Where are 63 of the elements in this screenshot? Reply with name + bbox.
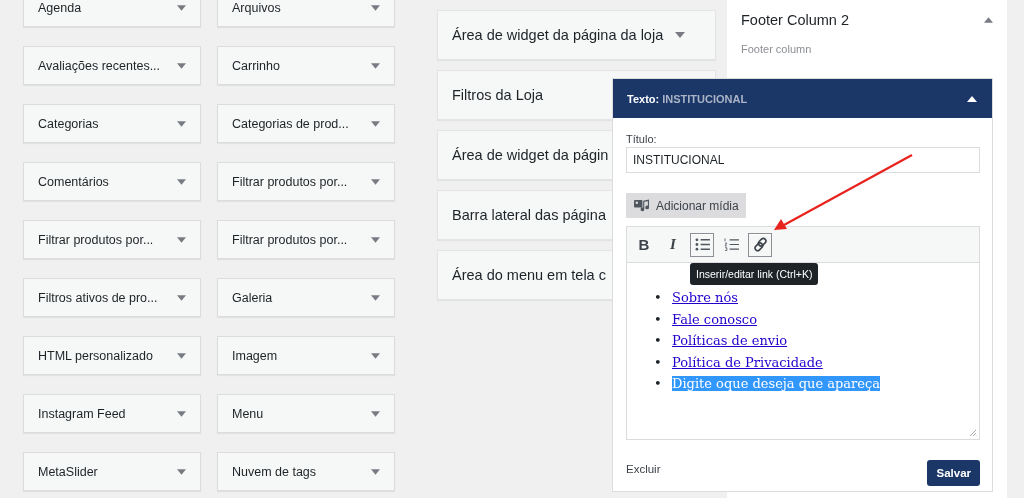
caret-icon: [371, 468, 380, 475]
list-link[interactable]: Política de Privacidade: [672, 354, 823, 370]
widget-item[interactable]: Imagem: [217, 336, 395, 375]
bullet-list-button[interactable]: [690, 232, 714, 257]
caret-icon: [177, 62, 186, 69]
widget-item[interactable]: Instagram Feed: [23, 394, 201, 433]
caret-icon: [177, 468, 186, 475]
caret-icon: [371, 62, 380, 69]
link-icon: [752, 237, 768, 252]
caret-icon: [371, 178, 380, 185]
caret-icon: [371, 4, 380, 11]
caret-icon: [675, 32, 686, 38]
caret-icon[interactable]: [984, 17, 993, 23]
widget-item[interactable]: Categorias de prod...: [217, 104, 395, 143]
caret-icon: [371, 120, 380, 127]
link-button[interactable]: [748, 232, 772, 257]
caret-icon: [177, 236, 186, 243]
panel-title: Footer Column 2: [741, 12, 849, 28]
list-link[interactable]: Fale conosco: [672, 311, 757, 327]
caret-icon: [177, 410, 186, 417]
resize-grip-icon[interactable]: [969, 429, 977, 437]
widget-item[interactable]: Avaliações recentes...: [23, 46, 201, 85]
caret-icon: [177, 178, 186, 185]
panel-description: Footer column: [741, 43, 813, 55]
caret-icon: [371, 410, 380, 417]
numbered-list-icon: [723, 238, 739, 251]
caret-icon: [177, 120, 186, 127]
widget-area[interactable]: Área de widget da página da loja: [437, 10, 716, 60]
caret-icon: [177, 352, 186, 359]
widget-item[interactable]: HTML personalizado: [23, 336, 201, 375]
caret-icon: [371, 294, 380, 301]
caret-icon: [371, 352, 380, 359]
bullet-mark: •: [654, 375, 663, 393]
widget-item[interactable]: Arquivos: [217, 0, 395, 27]
widget-item[interactable]: Categorias: [23, 104, 201, 143]
widget-header[interactable]: Texto: INSTITUCIONAL: [613, 79, 992, 118]
widget-item[interactable]: MetaSlider: [23, 452, 201, 491]
widget-item[interactable]: Menu: [217, 394, 395, 433]
bullet-mark: •: [654, 353, 663, 372]
widget-item[interactable]: Filtrar produtos por...: [217, 220, 395, 259]
widget-item[interactable]: Carrinho: [217, 46, 395, 85]
widget-item[interactable]: Nuvem de tags: [217, 452, 395, 491]
add-media-button[interactable]: Adicionar mídia: [626, 193, 746, 218]
title-field[interactable]: INSTITUCIONAL: [626, 147, 980, 173]
bullet-list-icon: [694, 238, 710, 251]
delete-link[interactable]: Excluir: [626, 463, 661, 475]
list-link[interactable]: Políticas de envio: [672, 333, 788, 348]
field-label: Título:: [626, 133, 658, 145]
tooltip: Inserir/editar link (Ctrl+K): [690, 263, 819, 285]
widget-item[interactable]: Filtros ativos de pro...: [23, 278, 201, 317]
widget-item[interactable]: Filtrar produtos por...: [217, 162, 395, 201]
save-button[interactable]: Salvar: [927, 460, 980, 486]
caret-icon: [177, 4, 186, 11]
widget-item[interactable]: Galeria: [217, 278, 395, 317]
widget-item[interactable]: Filtrar produtos por...: [23, 220, 201, 259]
bullet-mark: •: [654, 310, 663, 329]
list-item-text: Digite oque deseja que apareça: [672, 376, 881, 391]
caret-icon: [177, 294, 186, 301]
widget-item[interactable]: Comentários: [23, 162, 201, 201]
widget-item[interactable]: Agenda: [23, 0, 201, 27]
caret-icon: [371, 236, 380, 243]
media-icon: [633, 198, 650, 213]
bullet-mark: •: [654, 332, 663, 350]
